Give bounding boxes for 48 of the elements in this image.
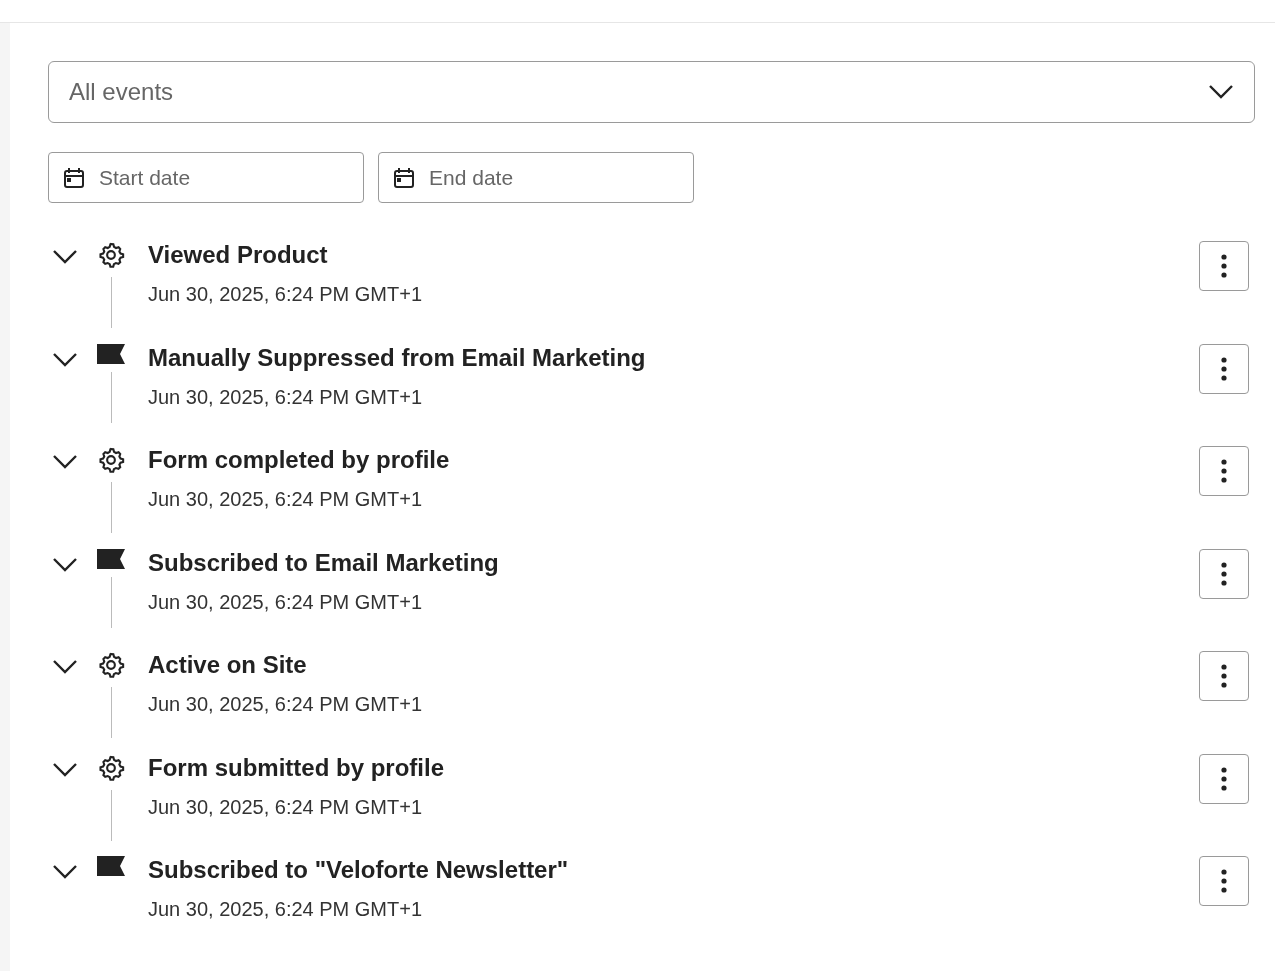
event-time: Jun 30, 2025, 6:24 PM GMT+1 xyxy=(148,693,424,716)
date-field[interactable]: End date xyxy=(378,152,694,203)
chevron-down-icon xyxy=(52,761,78,778)
event-time: Jun 30, 2025, 6:24 PM GMT+1 xyxy=(148,385,424,409)
event-title: Subscribed to Email Marketing xyxy=(148,548,500,577)
more-options-button[interactable] xyxy=(1199,856,1249,906)
chevron-down-icon xyxy=(52,864,78,880)
more-options-button[interactable] xyxy=(1199,446,1249,496)
gear-icon xyxy=(97,753,125,782)
more-options-button[interactable] xyxy=(1199,241,1249,291)
event-title: Manually Suppressed from Email Marketing xyxy=(148,343,647,372)
event-time: Jun 30, 2025, 6:24 PM GMT+1 xyxy=(148,590,424,614)
chevron-down-icon xyxy=(1208,84,1234,100)
more-options-button[interactable] xyxy=(1199,651,1249,701)
more-icon xyxy=(1221,459,1227,483)
more-icon xyxy=(1221,356,1227,381)
more-icon xyxy=(1221,254,1227,278)
flag-icon xyxy=(97,343,125,364)
event-title: Active on Site xyxy=(148,651,308,679)
event-time: Jun 30, 2025, 6:24 PM GMT+1 xyxy=(148,898,424,921)
chevron-down-icon xyxy=(52,454,78,470)
calendar-icon xyxy=(393,166,415,189)
more-options-button[interactable] xyxy=(1199,548,1249,599)
flag-icon xyxy=(97,856,125,876)
chevron-down-icon xyxy=(52,556,78,573)
more-icon xyxy=(1221,766,1227,791)
event-time: Jun 30, 2025, 6:24 PM GMT+1 xyxy=(148,283,424,306)
flag-icon xyxy=(97,548,125,569)
more-options-button[interactable] xyxy=(1199,753,1249,804)
event-title: Form completed by profile xyxy=(148,446,451,474)
gear-icon xyxy=(97,241,125,269)
chevron-down-icon xyxy=(52,249,78,265)
gear-icon xyxy=(97,446,125,474)
event-filter-dropdown[interactable]: All events xyxy=(48,61,1255,123)
more-icon xyxy=(1221,869,1227,893)
more-icon xyxy=(1221,664,1227,688)
event-title: Form submitted by profile xyxy=(148,753,445,782)
chevron-down-icon xyxy=(52,351,78,368)
event-title: Subscribed to "Veloforte Newsletter" xyxy=(148,856,570,884)
more-options-button[interactable] xyxy=(1199,343,1249,394)
event-title: Viewed Product xyxy=(148,241,329,269)
event-time: Jun 30, 2025, 6:24 PM GMT+1 xyxy=(148,795,424,819)
chevron-down-icon xyxy=(52,659,78,675)
date-field[interactable]: Start date xyxy=(48,152,364,203)
more-icon xyxy=(1221,561,1227,586)
gear-icon xyxy=(97,651,125,679)
event-time: Jun 30, 2025, 6:24 PM GMT+1 xyxy=(148,488,424,511)
calendar-icon xyxy=(63,166,85,189)
